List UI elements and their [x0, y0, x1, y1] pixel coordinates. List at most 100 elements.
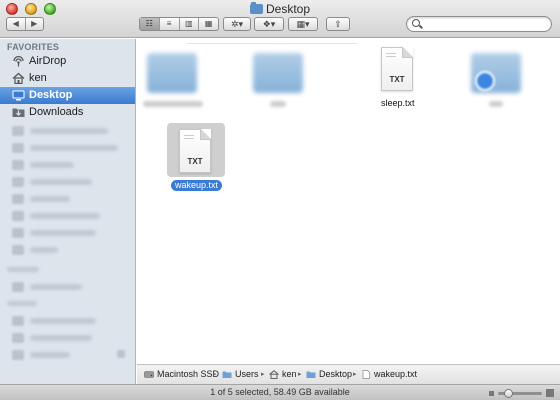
blurred-sidebar-icon [12, 143, 24, 153]
folder-icon [249, 2, 263, 14]
desktop-icon [12, 90, 25, 101]
sidebar-item-label: ken [29, 72, 47, 84]
sidebar-item-airdrop[interactable]: AirDrop [0, 53, 135, 70]
path-bar: Macintosh SSD ▸ Users ▸ ken ▸ Desktop ▸ … [137, 364, 560, 384]
column-view-button[interactable]: ▥ [178, 18, 199, 30]
arrange-menu-button[interactable]: ▦▾ [288, 17, 318, 31]
blurred-file-label [270, 101, 286, 107]
wakeup-txt-file-icon[interactable]: TXT [179, 129, 211, 173]
blurred-folder-icon[interactable] [147, 53, 197, 93]
forward-button[interactable]: ▶ [24, 18, 44, 30]
downloads-icon [12, 108, 25, 117]
action-menu-button[interactable]: ✲▾ [223, 17, 251, 31]
icon-size-slider-thumb[interactable] [504, 389, 513, 398]
blurred-sidebar-item[interactable] [30, 196, 70, 202]
blurred-sidebar-icon [12, 333, 24, 343]
path-crumb-label: Macintosh SSD [157, 369, 220, 379]
blurred-sidebar-icon [12, 316, 24, 326]
blurred-sidebar-icon [12, 126, 24, 136]
blurred-file-label [489, 101, 503, 107]
blurred-eject-icon[interactable] [117, 350, 125, 358]
blurred-sidebar-icon [12, 228, 24, 238]
path-separator-icon: ▸ [298, 371, 302, 378]
blurred-sidebar-item[interactable] [30, 284, 82, 290]
coverflow-view-button[interactable]: ▦ [198, 18, 218, 30]
blurred-sidebar-item[interactable] [30, 318, 96, 324]
blurred-folder-icon[interactable] [253, 53, 303, 93]
file-browser: TXT sleep.txt TXT wakeup.txt [137, 39, 560, 364]
divider [187, 43, 357, 44]
sleep-txt-label[interactable]: sleep.txt [381, 98, 415, 108]
sidebar-item-label: AirDrop [29, 55, 67, 67]
sidebar-resize-handle[interactable] [127, 384, 135, 399]
icon-view-button[interactable]: ☷ [140, 18, 159, 30]
path-crumb-macintosh-ssd[interactable]: Macintosh SSD [144, 369, 219, 379]
path-separator-icon: ▸ [261, 371, 265, 378]
blurred-sidebar-icon [12, 282, 24, 292]
path-separator-icon: ▸ [353, 371, 357, 378]
dropbox-menu-button[interactable]: ❖▾ [254, 17, 284, 31]
home-icon [12, 72, 25, 84]
search-field[interactable] [406, 16, 552, 32]
status-bar: 1 of 5 selected, 58.49 GB available [0, 384, 560, 400]
view-mode-control: ☷ ≡ ▥ ▦ [139, 17, 219, 31]
folder-icon [222, 371, 232, 378]
path-crumb-label: ken [282, 369, 297, 379]
sidebar-item-label: Desktop [29, 89, 73, 101]
path-crumb-label: Desktop [319, 369, 353, 379]
path-separator-icon: ▸ [213, 371, 217, 378]
large-icon-size-icon [546, 389, 554, 397]
blurred-sidebar-icon [12, 245, 24, 255]
document-lines [386, 53, 396, 54]
search-icon [412, 19, 420, 27]
sidebar-item-downloads[interactable]: Downloads [0, 104, 135, 121]
sidebar: FAVORITES AirDrop ken Desktop Downloads [0, 39, 136, 384]
path-crumb-ken[interactable]: ken [269, 369, 297, 379]
document-icon [362, 369, 370, 379]
blurred-file-label [143, 101, 203, 107]
path-crumb-users[interactable]: Users [222, 369, 259, 379]
hard-drive-icon [144, 370, 154, 378]
blurred-sidebar-item[interactable] [30, 247, 58, 253]
blurred-sidebar-item[interactable] [30, 162, 74, 168]
path-crumb-label: Users [235, 369, 259, 379]
path-crumb-wakeup-txt[interactable]: wakeup.txt [361, 369, 417, 379]
blurred-section-header [7, 301, 37, 306]
small-icon-size-icon [489, 391, 494, 396]
file-extension-label: TXT [187, 157, 203, 166]
path-crumb-desktop[interactable]: Desktop [306, 369, 352, 379]
wakeup-txt-label[interactable]: wakeup.txt [171, 180, 223, 191]
list-view-button[interactable]: ≡ [158, 18, 179, 30]
blurred-sidebar-item[interactable] [30, 128, 108, 134]
blurred-sidebar-item[interactable] [30, 213, 100, 219]
sidebar-item-label: Downloads [29, 106, 84, 118]
finder-window: Desktop ◀ ▶ ☷ ≡ ▥ ▦ ✲▾ ❖▾ ▦▾ ⇪ FAVORITES [0, 0, 560, 400]
document-lines [184, 135, 194, 136]
blurred-section-header [7, 267, 39, 272]
blurred-sidebar-icon [12, 350, 24, 360]
window-toolbar: Desktop ◀ ▶ ☷ ≡ ▥ ▦ ✲▾ ❖▾ ▦▾ ⇪ [0, 0, 560, 38]
blurred-sidebar-item[interactable] [30, 179, 92, 185]
blurred-sidebar-icon [12, 160, 24, 170]
window-title: Desktop [0, 2, 560, 16]
sleep-txt-file-icon[interactable]: TXT [381, 47, 413, 91]
back-forward-control: ◀ ▶ [6, 17, 44, 31]
blurred-sidebar-item[interactable] [30, 145, 118, 151]
back-button[interactable]: ◀ [7, 18, 25, 30]
blurred-sidebar-item[interactable] [30, 335, 92, 341]
search-input[interactable] [423, 18, 543, 30]
blurred-sidebar-item[interactable] [30, 230, 96, 236]
sidebar-item-ken[interactable]: ken [0, 70, 135, 87]
blurred-sidebar-icon [12, 211, 24, 221]
sidebar-item-desktop[interactable]: Desktop [0, 87, 135, 104]
file-extension-label: TXT [389, 75, 405, 84]
sidebar-section-favorites: FAVORITES [7, 42, 60, 52]
share-button[interactable]: ⇪ [326, 17, 350, 31]
home-icon [269, 369, 279, 379]
status-text: 1 of 5 selected, 58.49 GB available [210, 387, 350, 397]
blurred-sidebar-icon [12, 194, 24, 204]
folder-icon [306, 371, 316, 378]
path-crumb-label: wakeup.txt [374, 369, 418, 379]
blurred-sidebar-item[interactable] [30, 352, 70, 358]
window-title-text: Desktop [265, 2, 311, 16]
